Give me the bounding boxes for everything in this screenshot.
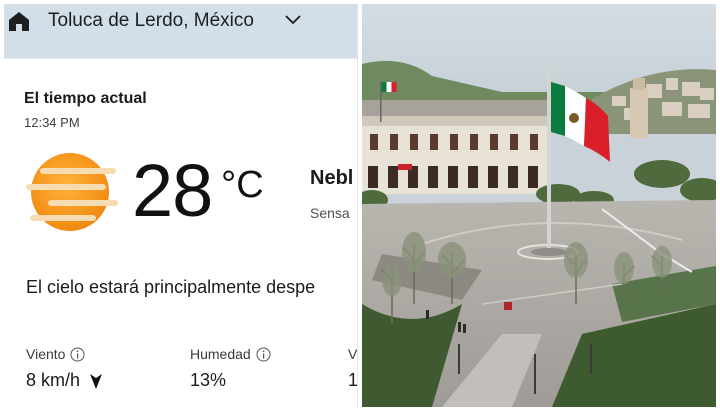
plaza-photo-illustration	[362, 4, 716, 407]
temperature-unit[interactable]: °C	[221, 165, 264, 205]
visibility-label: V	[348, 346, 358, 362]
chevron-down-icon[interactable]	[284, 13, 302, 27]
info-icon[interactable]	[70, 347, 85, 362]
forecast-summary: El cielo estará principalmente despe	[26, 277, 316, 297]
wind-value-row: 8 km/h	[26, 370, 103, 391]
current-weather-card: El tiempo actual 12:34 PM 28 °C Nebl Sen…	[4, 58, 358, 407]
location-label[interactable]: Toluca de Lerdo, México	[48, 10, 254, 32]
condition-label: Nebl	[310, 167, 354, 189]
wind-label-row: Viento	[26, 346, 85, 362]
humidity-label-row: Humedad	[190, 346, 271, 362]
humidity-label: Humedad	[190, 346, 251, 362]
wind-label: Viento	[26, 346, 66, 362]
home-icon[interactable]	[8, 10, 30, 32]
card-title: El tiempo actual	[24, 90, 147, 107]
observation-time: 12:34 PM	[24, 115, 80, 130]
feels-like-label: Sensa	[310, 205, 350, 221]
humidity-value: 13%	[190, 370, 227, 390]
info-icon[interactable]	[256, 347, 271, 362]
wind-value: 8 km/h	[26, 370, 81, 390]
plaza-photo	[362, 4, 716, 407]
wind-arrow-icon	[90, 373, 103, 389]
temperature-value: 28	[132, 149, 213, 232]
weather-header: Toluca de Lerdo, México	[4, 4, 357, 58]
hazy-sun-icon	[26, 153, 118, 231]
weather-panel: Toluca de Lerdo, México El tiempo actual…	[4, 4, 358, 407]
visibility-value: 1	[348, 370, 358, 390]
